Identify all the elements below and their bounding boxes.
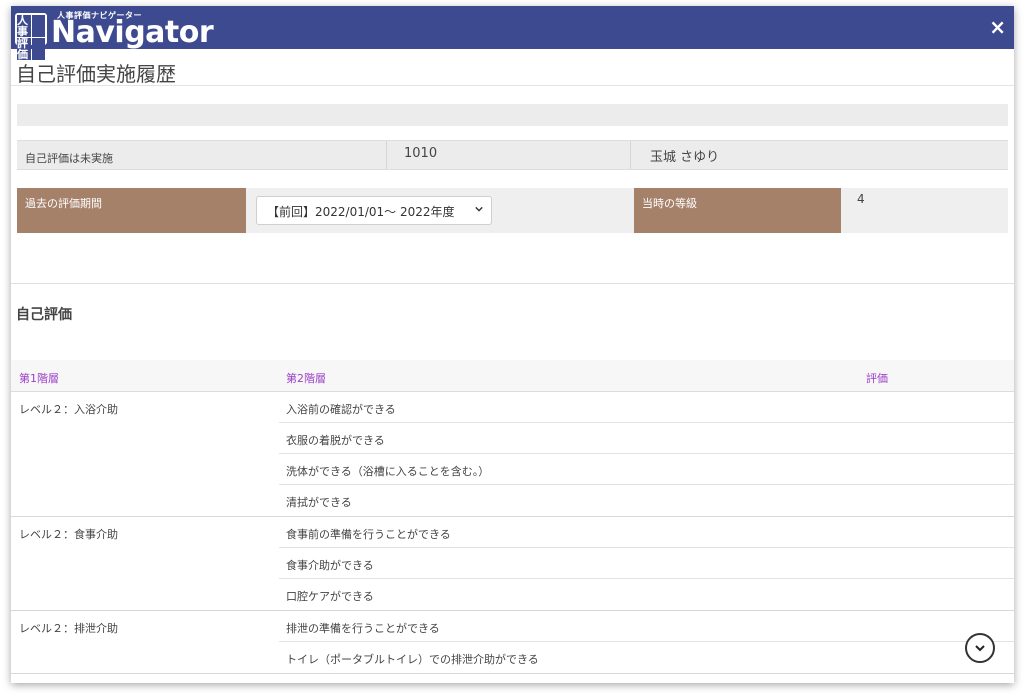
table-row: トイレ（ポータブルトイレ）での排泄介助ができる xyxy=(286,653,539,666)
employee-name: 玉城 さゆり xyxy=(650,150,720,165)
group-level-label: レベル２：排泄介助 xyxy=(19,622,118,635)
scroll-down-button[interactable] xyxy=(965,633,995,663)
group-level-label: レベル２：入浴介助 xyxy=(19,403,118,416)
group-level-label: レベル２：食事介助 xyxy=(19,528,118,541)
section-title: 自己評価 xyxy=(16,307,72,323)
period-select[interactable]: 【前回】2022/01/01～ 2022年度 xyxy=(256,196,492,225)
grade-label: 当時の等級 xyxy=(634,188,841,233)
table-row: 食事介助ができる xyxy=(279,548,1014,579)
info-placeholder-bar xyxy=(17,104,1008,126)
header-level2: 第2階層 xyxy=(286,372,326,385)
chevron-down-circle-icon xyxy=(975,645,985,652)
evaluation-status: 自己評価は未実施 xyxy=(25,152,113,165)
table-group: レベル２：入浴介助 入浴前の確認ができる 衣服の着脱ができる 洗体ができる（浴槽… xyxy=(11,392,1014,517)
title-bar: 人事 評価 人事評価ナビゲーター Navigator × xyxy=(11,6,1014,60)
table-group: レベル２：排泄介助 排泄の準備を行うことができる トイレ（ポータブルトイレ）での… xyxy=(11,611,1014,674)
period-label: 過去の評価期間 xyxy=(17,188,246,233)
modal-window: 人事 評価 人事評価ナビゲーター Navigator × 自己評価実施履歴 自己… xyxy=(11,6,1014,683)
period-select-value: 【前回】2022/01/01～ 2022年度 xyxy=(267,205,455,219)
grade-value: 4 xyxy=(857,192,865,206)
table-row: 洗体ができる（浴槽に入ることを含む。） xyxy=(279,454,1014,485)
header-rating: 評価 xyxy=(866,372,888,385)
employee-id: 1010 xyxy=(404,146,438,161)
table-row: 排泄の準備を行うことができる xyxy=(279,611,1014,642)
logo-badge: 人事 評価 xyxy=(15,13,47,60)
table-row: 食事前の準備を行うことができる xyxy=(279,517,1014,548)
period-row: 過去の評価期間 【前回】2022/01/01～ 2022年度 当時の等級 4 xyxy=(17,188,1008,233)
logo-text: Navigator xyxy=(51,15,214,50)
header-level1: 第1階層 xyxy=(19,372,59,385)
close-icon[interactable]: × xyxy=(989,15,1006,39)
table-row: 口腔ケアができる xyxy=(286,590,374,603)
chevron-down-icon xyxy=(475,206,483,212)
table-row: 衣服の着脱ができる xyxy=(279,423,1014,454)
employee-info-row: 自己評価は未実施 1010 玉城 さゆり xyxy=(17,140,1008,170)
evaluation-table: 第1階層 第2階層 評価 レベル２：入浴介助 入浴前の確認ができる 衣服の着脱が… xyxy=(11,360,1014,674)
navigator-logo: 人事 評価 人事評価ナビゲーター Navigator xyxy=(15,9,215,60)
table-row: 入浴前の確認ができる xyxy=(279,392,1014,423)
table-header: 第1階層 第2階層 評価 xyxy=(11,360,1014,392)
table-row: 清拭ができる xyxy=(286,496,352,509)
page-title: 自己評価実施履歴 xyxy=(11,49,1014,86)
table-group: レベル２：食事介助 食事前の準備を行うことができる 食事介助ができる 口腔ケアが… xyxy=(11,517,1014,611)
